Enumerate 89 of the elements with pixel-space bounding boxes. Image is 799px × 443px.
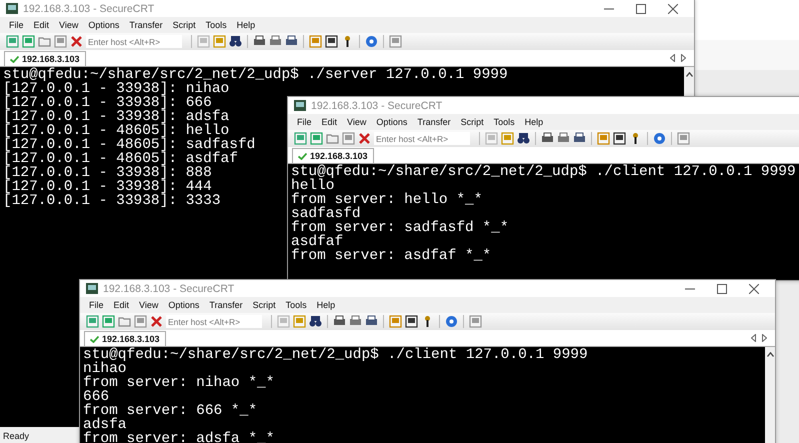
terminal-line: [127.0.0.1 - 48605]: sadfasfd xyxy=(3,138,256,152)
terminal-line: [127.0.0.1 - 48605]: asdfaf xyxy=(3,152,238,166)
binoculars-icon[interactable] xyxy=(229,35,242,48)
host-field[interactable]: Enter host <Alt+R> xyxy=(166,315,262,328)
menu-item[interactable]: Edit xyxy=(28,20,54,30)
printer-icon[interactable] xyxy=(269,35,282,48)
session-tab[interactable]: 192.168.3.103 xyxy=(292,148,374,163)
close-icon[interactable] xyxy=(749,284,759,294)
terminal-line: nihao xyxy=(83,362,127,376)
menu-item[interactable]: File xyxy=(84,300,109,310)
terminal-line: stu@qfedu:~/share/src/2_net/2_udp$ ./client 127.0.0.1 9999 xyxy=(291,165,796,179)
menu-item[interactable]: Transfer xyxy=(204,300,248,310)
menu-item[interactable]: Options xyxy=(371,117,412,127)
host-field[interactable]: Enter host <Alt+R> xyxy=(86,35,182,48)
help-icon[interactable] xyxy=(653,132,666,145)
tab-left-arrow-icon[interactable] xyxy=(670,54,675,62)
tab-right-arrow-icon[interactable] xyxy=(762,334,767,342)
help-icon[interactable] xyxy=(365,35,378,48)
menu-item[interactable]: Transfer xyxy=(124,20,168,30)
window-title: 192.168.3.103 - SecureCRT xyxy=(103,282,234,294)
close-icon[interactable] xyxy=(668,4,678,14)
app-icon xyxy=(6,3,18,14)
menu-item[interactable]: View xyxy=(134,300,164,310)
terminal-line: 666 xyxy=(83,390,110,404)
menu-item[interactable]: Help xyxy=(232,20,260,30)
close-icon[interactable] xyxy=(358,132,371,145)
terminal-line: from server: asdfaf *_* xyxy=(291,249,492,263)
printer-icon[interactable] xyxy=(573,132,586,145)
menu-item[interactable]: Script xyxy=(456,117,489,127)
terminal-line: from server: nihao *_* xyxy=(83,376,274,390)
terminal-line: sadfasfd xyxy=(291,207,361,221)
session-tab[interactable]: 192.168.3.103 xyxy=(84,331,166,346)
terminal-line: from server: hello *_* xyxy=(291,193,482,207)
tab-left-arrow-icon[interactable] xyxy=(751,334,756,342)
menu-item[interactable]: Options xyxy=(83,20,124,30)
menu-item[interactable]: Options xyxy=(163,300,204,310)
menu-item[interactable]: Help xyxy=(312,300,340,310)
printer-icon[interactable] xyxy=(557,132,570,145)
printer-icon[interactable] xyxy=(365,315,378,328)
maximize-icon[interactable] xyxy=(717,284,727,294)
terminal-line: [127.0.0.1 - 33938]: 888 xyxy=(3,166,212,180)
close-icon[interactable] xyxy=(150,315,163,328)
terminal-line: stu@qfedu:~/share/src/2_net/2_udp$ ./server 127.0.0.1 9999 xyxy=(3,68,508,82)
terminal-line: hello xyxy=(291,179,335,193)
maximize-icon[interactable] xyxy=(636,4,646,14)
menu-item[interactable]: File xyxy=(292,117,317,127)
window-title: 192.168.3.103 - SecureCRT xyxy=(311,100,442,112)
menu-item[interactable]: Edit xyxy=(108,300,134,310)
menu-item[interactable]: View xyxy=(342,117,372,127)
menu-item[interactable]: File xyxy=(4,20,29,30)
menu-item[interactable]: Script xyxy=(248,300,281,310)
terminal-line: [127.0.0.1 - 33938]: adsfa xyxy=(3,110,230,124)
terminal-line: asdfaf xyxy=(291,235,344,249)
binoculars-icon[interactable] xyxy=(309,315,322,328)
terminal-line: [127.0.0.1 - 48605]: hello xyxy=(3,124,230,138)
session-tab[interactable]: 192.168.3.103 xyxy=(4,51,86,66)
window-title: 192.168.3.103 - SecureCRT xyxy=(23,2,154,14)
terminal-line: [127.0.0.1 - 33938]: 666 xyxy=(3,96,212,110)
printer-icon[interactable] xyxy=(253,35,266,48)
menu-item[interactable]: Help xyxy=(520,117,548,127)
printer-icon[interactable] xyxy=(349,315,362,328)
app-icon xyxy=(86,283,98,294)
status-text: Ready xyxy=(3,431,30,441)
terminal-line: [127.0.0.1 - 33938]: nihao xyxy=(3,82,230,96)
printer-icon[interactable] xyxy=(285,35,298,48)
menu-item[interactable]: Edit xyxy=(316,117,342,127)
app-icon xyxy=(294,100,306,111)
tab-right-arrow-icon[interactable] xyxy=(681,54,686,62)
menu-item[interactable]: View xyxy=(54,20,84,30)
terminal-line: [127.0.0.1 - 33938]: 444 xyxy=(3,180,212,194)
menu-item[interactable]: Tools xyxy=(200,20,232,30)
binoculars-icon[interactable] xyxy=(517,132,530,145)
printer-icon[interactable] xyxy=(333,315,346,328)
folder-icon[interactable] xyxy=(118,315,131,328)
menu-item[interactable]: Script xyxy=(168,20,201,30)
terminal-line: from server: 666 *_* xyxy=(83,404,258,418)
terminal-line: adsfa xyxy=(83,418,127,432)
close-icon[interactable] xyxy=(70,35,83,48)
printer-icon[interactable] xyxy=(541,132,554,145)
terminal-line: from server: sadfasfd *_* xyxy=(291,221,509,235)
folder-icon[interactable] xyxy=(326,132,339,145)
menu-item[interactable]: Tools xyxy=(488,117,520,127)
menu-item[interactable]: Tools xyxy=(280,300,312,310)
host-field[interactable]: Enter host <Alt+R> xyxy=(374,132,470,145)
terminal-line: stu@qfedu:~/share/src/2_net/2_udp$ ./client 127.0.0.1 9999 xyxy=(83,348,588,362)
folder-icon[interactable] xyxy=(38,35,51,48)
menu-item[interactable]: Transfer xyxy=(412,117,456,127)
help-icon[interactable] xyxy=(445,315,458,328)
terminal-line: [127.0.0.1 - 33938]: 3333 xyxy=(3,194,221,208)
